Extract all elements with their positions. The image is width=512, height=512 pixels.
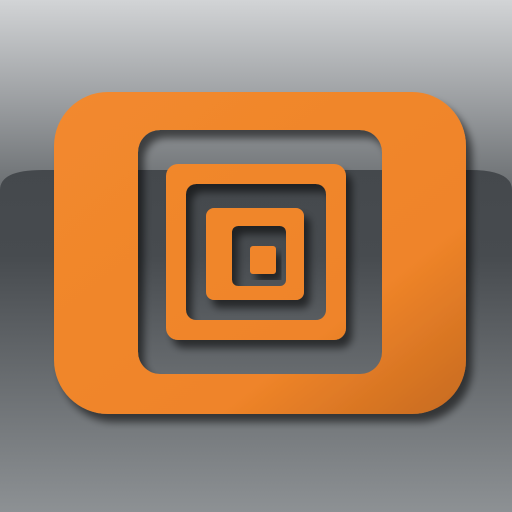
center-square [250,246,276,274]
app-icon [0,0,512,512]
